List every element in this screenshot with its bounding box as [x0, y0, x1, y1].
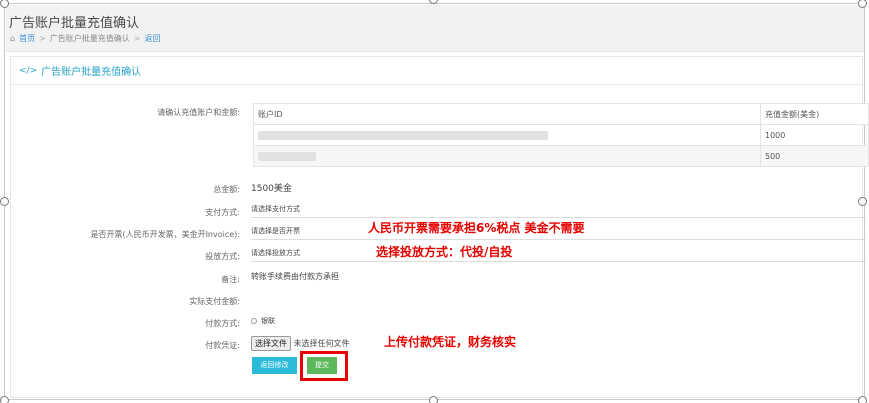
delivery-annotation: 选择投放方式：代投/自投: [376, 245, 513, 259]
breadcrumb-current: 广告账户批量充值确认: [49, 34, 130, 43]
page-title: 广告账户批量充值确认: [9, 16, 140, 31]
table-header-row: 账户ID 充值金额(美金): [253, 103, 869, 125]
actual-pay-label: 实际支付金额:: [189, 297, 240, 306]
note-value: 转账手续费由付款方承担: [251, 272, 339, 281]
table-row: 500: [253, 145, 869, 167]
voucher-annotation: 上传付款凭证，财务核实: [384, 335, 517, 349]
delivery-label: 投放方式:: [205, 252, 240, 261]
resize-handle[interactable]: [0, 396, 9, 403]
pay-method-label: 支付方式:: [205, 208, 240, 217]
payment-type-label: 付款方式:: [205, 319, 240, 328]
file-status: 未选择任何文件: [293, 339, 350, 348]
radio-icon[interactable]: [251, 318, 257, 324]
breadcrumb-separator: >: [133, 34, 141, 43]
panel-title: 广告账户批量充值确认: [41, 67, 142, 78]
breadcrumb-home-link[interactable]: 首页: [19, 33, 35, 44]
invoice-label: 是否开票(人民币开发票，美金开Invoice):: [90, 230, 240, 239]
code-icon: </>: [19, 65, 38, 76]
account-id-cell: [253, 145, 761, 167]
return-edit-button[interactable]: 返回修改: [252, 357, 297, 374]
breadcrumb-separator: >: [39, 34, 46, 43]
delivery-select[interactable]: 请选择投放方式: [251, 243, 866, 262]
column-header-account-id: 账户ID: [253, 103, 761, 125]
pay-method-select[interactable]: 请选择支付方式: [251, 199, 866, 218]
total-label: 总金额:: [213, 185, 240, 194]
invoice-annotation: 人民币开票需要承担6%税点 美金不需要: [368, 221, 585, 235]
choose-file-button[interactable]: 选择文件: [251, 336, 291, 351]
redacted-account-id: [258, 151, 316, 161]
resize-handle[interactable]: [858, 0, 867, 8]
resize-handle[interactable]: [858, 197, 867, 206]
voucher-file-input: 选择文件 未选择任何文件: [251, 336, 350, 351]
payment-type-option: 银联: [261, 317, 275, 325]
resize-handle[interactable]: [858, 396, 867, 403]
panel-header: </> 广告账户批量充值确认: [11, 57, 862, 85]
resize-handle[interactable]: [0, 197, 9, 206]
note-label: 备注:: [221, 275, 240, 284]
account-id-cell: [253, 124, 761, 146]
confirm-label: 请确认充值账户和金额:: [157, 108, 240, 117]
home-icon: ⌂: [10, 34, 16, 43]
payment-type-radio[interactable]: 银联: [251, 316, 275, 326]
submit-highlight-box: [300, 351, 348, 381]
redacted-account-id: [258, 130, 548, 140]
column-header-amount: 充值金额(美金): [760, 103, 869, 125]
page-header: 广告账户批量充值确认 ⌂ 首页 > 广告账户批量充值确认 > 返回: [6, 5, 864, 52]
breadcrumb-back-link[interactable]: 返回: [144, 33, 160, 44]
total-value: 1500美金: [251, 184, 292, 194]
accounts-table: 账户ID 充值金额(美金) 1000 500: [253, 103, 869, 167]
voucher-label: 付款凭证:: [205, 341, 240, 350]
amount-cell: 500: [760, 145, 869, 167]
amount-cell: 1000: [760, 124, 869, 146]
resize-handle[interactable]: [429, 396, 438, 403]
breadcrumb: ⌂ 首页 > 广告账户批量充值确认 > 返回: [10, 33, 160, 44]
table-row: 1000: [253, 124, 869, 146]
